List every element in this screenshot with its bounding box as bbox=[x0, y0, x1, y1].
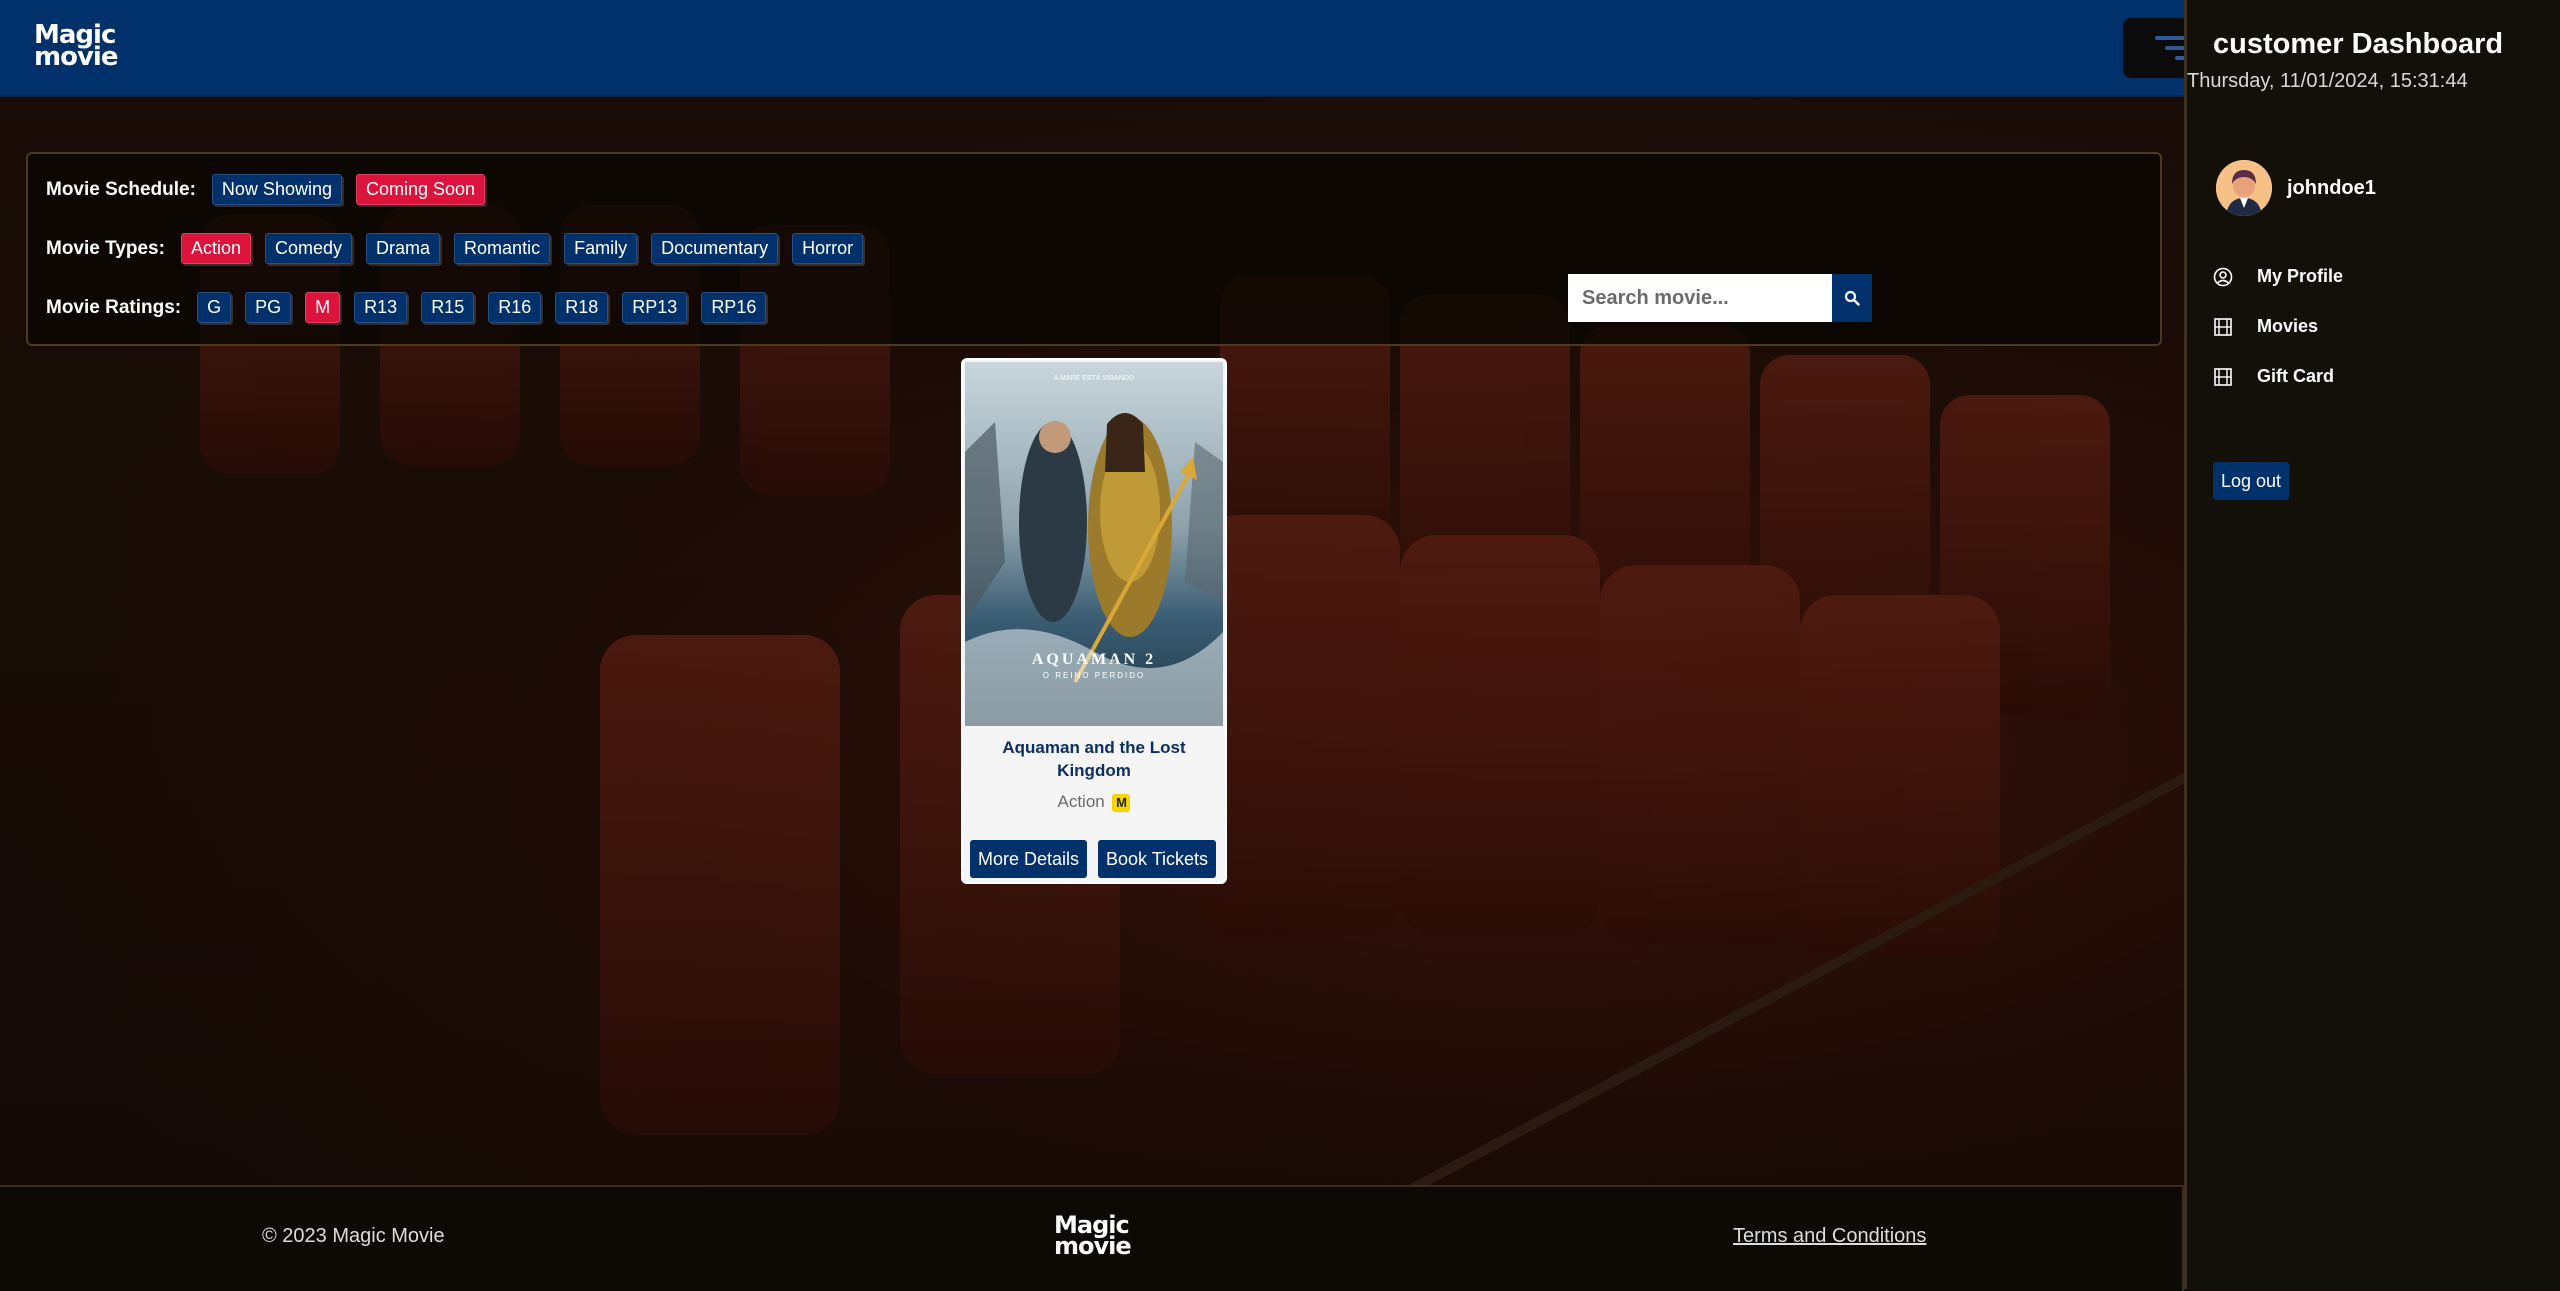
chip-rating-rp13[interactable]: RP13 bbox=[622, 292, 688, 323]
footer: © 2023 Magic Movie Magic movie Terms and… bbox=[0, 1185, 2184, 1291]
sidebar-title: customer Dashboard bbox=[2213, 28, 2504, 60]
film-icon bbox=[2214, 317, 2232, 336]
logout-button[interactable]: Log out bbox=[2213, 462, 2290, 500]
more-details-button[interactable]: More Details bbox=[970, 840, 1088, 878]
chip-family[interactable]: Family bbox=[564, 233, 638, 264]
chip-now-showing[interactable]: Now Showing bbox=[211, 174, 342, 205]
schedule-filter-row: Movie Schedule: Now Showing Coming Soon bbox=[46, 174, 486, 205]
schedule-label: Movie Schedule: bbox=[46, 178, 196, 200]
movie-card: A MARÉ ESTÁ VIRANDO AQUAMAN 2 O REINO PE… bbox=[961, 358, 1227, 884]
username: johndoe1 bbox=[2287, 177, 2376, 199]
chip-rating-r16[interactable]: R16 bbox=[488, 292, 542, 323]
sidebar-datetime: Thursday, 11/01/2024, 15:31:44 bbox=[2187, 70, 2468, 92]
top-navbar: Magic movie bbox=[0, 0, 2195, 97]
ratings-filter-row: Movie Ratings: G PG M R13 R15 R16 R18 RP… bbox=[46, 292, 767, 323]
book-tickets-button[interactable]: Book Tickets bbox=[1098, 840, 1217, 878]
poster-tagline: A MARÉ ESTÁ VIRANDO bbox=[1054, 373, 1135, 382]
sidebar-item-gift-card[interactable]: Gift Card bbox=[2213, 366, 2334, 387]
ratings-label: Movie Ratings: bbox=[46, 296, 182, 318]
search-input[interactable] bbox=[1568, 274, 1832, 322]
terms-link[interactable]: Terms and Conditions bbox=[1733, 1225, 1926, 1248]
types-label: Movie Types: bbox=[46, 237, 165, 259]
movie-poster[interactable]: A MARÉ ESTÁ VIRANDO AQUAMAN 2 O REINO PE… bbox=[965, 362, 1223, 726]
chip-rating-r13[interactable]: R13 bbox=[354, 292, 408, 323]
search-button[interactable] bbox=[1832, 274, 1872, 322]
avatar bbox=[2216, 160, 2272, 216]
chip-rating-rp16[interactable]: RP16 bbox=[701, 292, 767, 323]
sidebar-item-my-profile[interactable]: My Profile bbox=[2213, 266, 2343, 287]
chip-drama[interactable]: Drama bbox=[366, 233, 441, 264]
customer-sidebar: customer Dashboard Thursday, 11/01/2024,… bbox=[2184, 0, 2560, 1289]
movie-genre: Action M bbox=[963, 792, 1225, 812]
rating-badge: M bbox=[1112, 793, 1131, 812]
types-filter-row: Movie Types: Action Comedy Drama Romanti… bbox=[46, 233, 864, 264]
chip-romantic[interactable]: Romantic bbox=[454, 233, 551, 264]
sidebar-item-label: Gift Card bbox=[2257, 366, 2335, 386]
movie-title: Aquaman and the Lost Kingdom bbox=[1002, 738, 1186, 780]
chip-rating-pg[interactable]: PG bbox=[245, 292, 292, 323]
user-circle-icon bbox=[2213, 267, 2233, 286]
sidebar-item-label: My Profile bbox=[2257, 266, 2344, 286]
film-icon bbox=[2214, 367, 2232, 386]
search-icon bbox=[1844, 290, 1860, 306]
sidebar-item-label: Movies bbox=[2257, 316, 2319, 336]
chip-coming-soon[interactable]: Coming Soon bbox=[355, 174, 486, 205]
footer-logo[interactable]: Magic movie bbox=[1054, 1213, 1132, 1259]
genre-label: Action bbox=[1057, 792, 1105, 811]
chip-rating-r18[interactable]: R18 bbox=[555, 292, 609, 323]
poster-subtitle: O REINO PERDIDO bbox=[1043, 671, 1145, 680]
chip-action[interactable]: Action bbox=[180, 233, 251, 264]
brand-logo[interactable]: Magic movie bbox=[34, 22, 118, 70]
chip-rating-g[interactable]: G bbox=[197, 292, 232, 323]
chip-rating-m[interactable]: M bbox=[305, 292, 341, 323]
chip-documentary[interactable]: Documentary bbox=[651, 233, 779, 264]
copyright-text: © 2023 Magic Movie bbox=[262, 1225, 445, 1247]
poster-title: AQUAMAN 2 bbox=[1032, 651, 1156, 668]
movie-search bbox=[1568, 274, 1872, 322]
chip-comedy[interactable]: Comedy bbox=[265, 233, 353, 264]
chip-horror[interactable]: Horror bbox=[792, 233, 864, 264]
sidebar-item-movies[interactable]: Movies bbox=[2213, 316, 2318, 337]
chip-rating-r15[interactable]: R15 bbox=[421, 292, 475, 323]
